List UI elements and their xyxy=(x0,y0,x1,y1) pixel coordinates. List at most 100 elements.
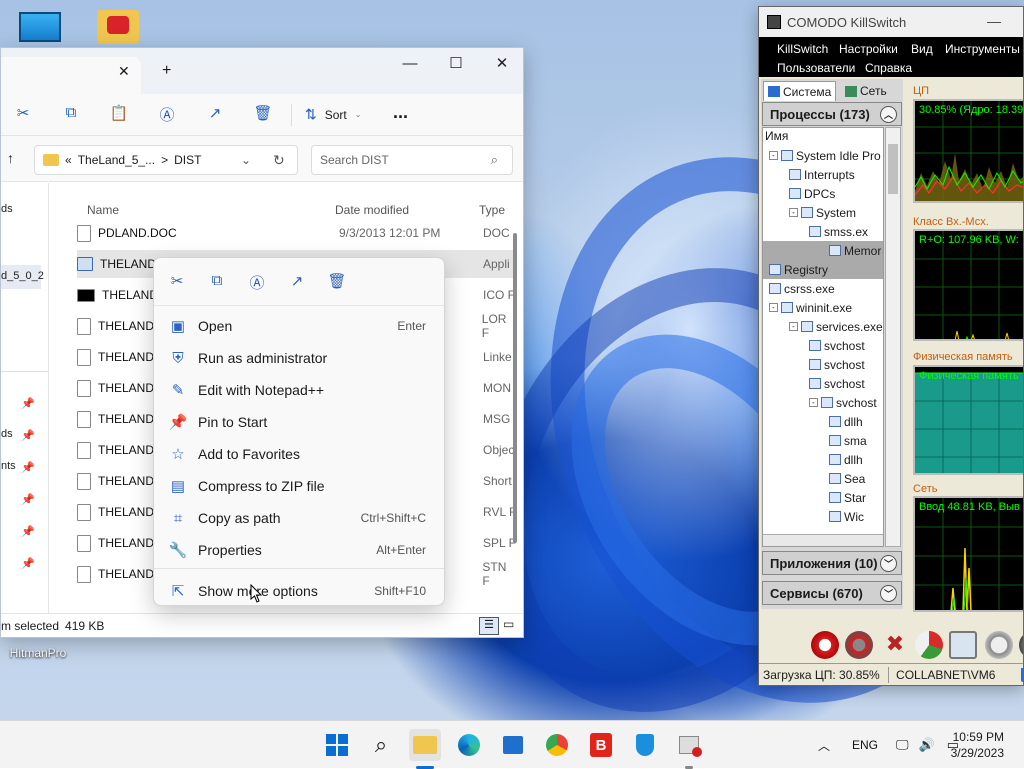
tab-system[interactable]: Система xyxy=(763,81,836,101)
process-node[interactable]: Sea xyxy=(829,469,865,488)
rename-icon[interactable]: Ⓐ xyxy=(155,104,179,126)
process-node[interactable]: Star xyxy=(829,488,866,507)
chevron-up-icon[interactable]: ︿ xyxy=(818,737,830,754)
comodo-folder-desktop-icon[interactable] xyxy=(78,8,158,46)
nav-item[interactable]: ds xyxy=(1,428,13,440)
tab-network[interactable]: Сеть xyxy=(841,81,891,101)
search-box[interactable]: Search DIST ⌕ xyxy=(311,145,513,175)
details-view-icon[interactable]: ☰ xyxy=(479,617,499,635)
share-icon[interactable]: ↗ xyxy=(287,272,307,292)
chrome-icon[interactable] xyxy=(541,729,573,761)
collapse-toggle-icon[interactable]: - xyxy=(769,151,778,160)
menu-item-pin-to-start[interactable]: 📌Pin to Start xyxy=(158,406,440,438)
cut-icon[interactable]: ✂ xyxy=(11,104,35,126)
process-node[interactable]: svchost xyxy=(809,374,865,393)
collapse-toggle-icon[interactable]: - xyxy=(809,398,818,407)
nav-item[interactable]: nts xyxy=(1,460,16,472)
tree-vertical-scrollbar[interactable] xyxy=(885,127,901,547)
process-node[interactable]: Interrupts xyxy=(789,165,855,184)
explorer-tab[interactable]: ✕ xyxy=(1,57,141,94)
menu-view[interactable]: Вид xyxy=(911,42,933,56)
magnifier-window-icon[interactable] xyxy=(949,631,977,659)
this-pc-desktop-icon[interactable] xyxy=(0,10,80,44)
collapse-toggle-icon[interactable]: - xyxy=(789,208,798,217)
sort-button[interactable]: ⇅ Sort ⌄ xyxy=(305,106,361,123)
menu-users[interactable]: Пользователи xyxy=(777,61,855,75)
process-node[interactable]: dllh xyxy=(829,450,863,469)
search-input[interactable]: Search DIST xyxy=(320,153,389,167)
copy-icon[interactable]: ⧉ xyxy=(207,272,227,292)
more-tools-icon[interactable] xyxy=(1019,631,1024,659)
comodo-icon[interactable] xyxy=(811,631,839,659)
share-icon[interactable]: ↗ xyxy=(203,104,227,126)
process-node[interactable]: -services.exe xyxy=(789,317,883,336)
chevron-down-icon[interactable]: ﹀ xyxy=(880,585,897,602)
menu-item-show-more-options[interactable]: ⇱Show more optionsShift+F10 xyxy=(158,575,440,607)
menu-killswitch[interactable]: KillSwitch xyxy=(777,42,828,56)
process-node[interactable]: -System xyxy=(789,203,856,222)
name-column-header[interactable]: Имя xyxy=(765,129,788,143)
delete-icon[interactable]: 🗑 xyxy=(251,104,275,126)
collapse-toggle-icon[interactable]: - xyxy=(789,322,798,331)
menu-help[interactable]: Справка xyxy=(865,61,912,75)
bitdefender-icon[interactable]: B xyxy=(585,729,617,761)
new-tab-icon[interactable]: + xyxy=(162,62,171,80)
processes-section-header[interactable]: Процессы (173) ︿ xyxy=(762,102,902,126)
copy-icon[interactable]: ⧉ xyxy=(59,104,83,126)
address-bar[interactable]: « TheLand_5_... > DIST ⌄ ↻ xyxy=(34,145,298,175)
menu-item-open[interactable]: ▣OpenEnter xyxy=(158,310,440,342)
column-name[interactable]: Name xyxy=(87,203,119,217)
kill-tools-icon[interactable]: ✖ xyxy=(881,631,909,659)
maximize-button[interactable]: ☐ xyxy=(433,48,479,78)
store-icon[interactable] xyxy=(497,729,529,761)
minimize-button[interactable]: — xyxy=(987,13,1001,29)
refresh-icon[interactable]: ↻ xyxy=(273,152,285,169)
cut-icon[interactable]: ✂ xyxy=(167,272,187,292)
process-node[interactable]: -wininit.exe xyxy=(769,298,852,317)
killswitch-taskbar-icon[interactable] xyxy=(673,729,705,761)
menu-item-run-as-administrator[interactable]: ⛨Run as administrator xyxy=(158,342,440,374)
column-type[interactable]: Type xyxy=(479,203,505,217)
rename-icon[interactable]: Ⓐ xyxy=(247,272,267,292)
defender-shield-icon[interactable] xyxy=(629,729,661,761)
process-node[interactable]: -svchost xyxy=(809,393,877,412)
more-options-button[interactable]: ... xyxy=(393,102,408,123)
network-icon[interactable]: 🖵 xyxy=(896,737,909,753)
file-explorer-taskbar-icon[interactable] xyxy=(409,729,441,761)
up-arrow-icon[interactable]: ↑ xyxy=(7,150,14,166)
menu-item-edit-with-notepad-[interactable]: ✎Edit with Notepad++ xyxy=(158,374,440,406)
process-node[interactable]: sma xyxy=(829,431,867,450)
nav-item-selected[interactable]: d_5_0_2 xyxy=(1,265,41,289)
menu-item-copy-as-path[interactable]: ⌗Copy as pathCtrl+Shift+C xyxy=(158,502,440,534)
menu-item-add-to-favorites[interactable]: ☆Add to Favorites xyxy=(158,438,440,470)
collapse-toggle-icon[interactable]: - xyxy=(769,303,778,312)
services-section-header[interactable]: Сервисы (670) ﹀ xyxy=(762,581,902,605)
hitmanpro-desktop-icon[interactable]: HitmanPro xyxy=(0,646,76,660)
start-button[interactable] xyxy=(321,729,353,761)
menu-tools[interactable]: Инструменты xyxy=(945,42,1020,56)
scroll-thumb[interactable] xyxy=(888,144,898,194)
close-button[interactable]: ✕ xyxy=(479,48,524,78)
breadcrumb-item[interactable]: TheLand_5_... xyxy=(78,153,155,167)
menu-item-compress-to-zip-file[interactable]: ▤Compress to ZIP file xyxy=(158,470,440,502)
search-icon[interactable] xyxy=(985,631,1013,659)
close-tab-icon[interactable]: ✕ xyxy=(118,63,130,80)
gear-icon[interactable] xyxy=(845,631,873,659)
path-overflow[interactable]: « xyxy=(65,153,72,167)
process-node[interactable]: Wic xyxy=(829,507,864,526)
volume-icon[interactable]: 🔊 xyxy=(919,737,935,753)
column-date-modified[interactable]: Date modified xyxy=(335,203,409,217)
menu-item-properties[interactable]: 🔧PropertiesAlt+Enter xyxy=(158,534,440,566)
language-indicator[interactable]: ENG xyxy=(852,738,878,752)
process-node[interactable]: Registry xyxy=(763,260,884,279)
horizontal-scrollbar[interactable] xyxy=(763,534,884,546)
process-node[interactable]: csrss.exe xyxy=(769,279,835,298)
search-icon[interactable]: ⌕ xyxy=(365,729,397,761)
process-node[interactable]: DPCs xyxy=(789,184,835,203)
process-node[interactable]: smss.ex xyxy=(809,222,868,241)
applications-section-header[interactable]: Приложения (10) ﹀ xyxy=(762,551,902,575)
menu-settings[interactable]: Настройки xyxy=(839,42,898,56)
process-node[interactable]: Memor xyxy=(763,241,884,260)
file-row[interactable]: PDLAND.DOC9/3/2013 12:01 PMDOC xyxy=(77,219,517,247)
nav-item[interactable]: ds xyxy=(1,203,13,215)
